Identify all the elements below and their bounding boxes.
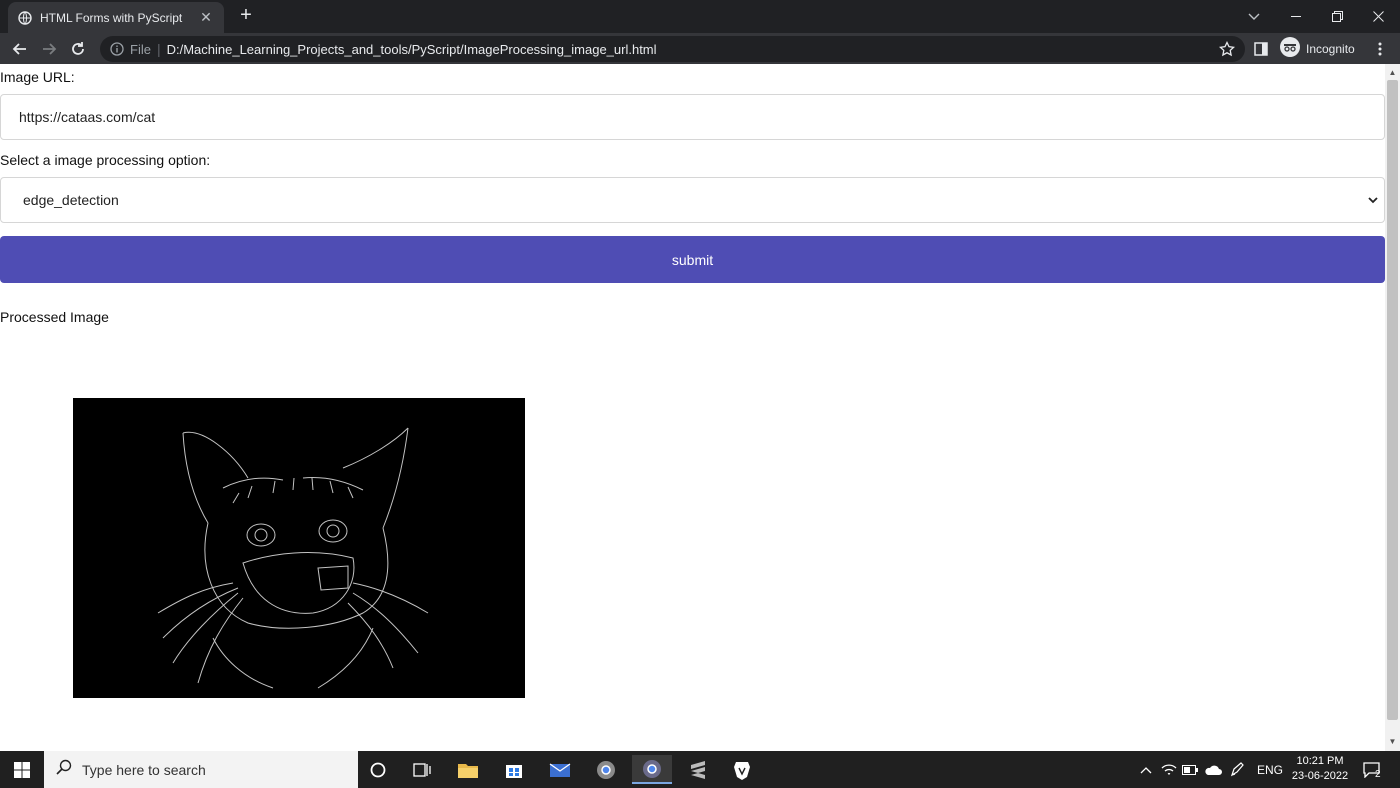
notification-count: 2 [1375,769,1381,780]
globe-icon [18,10,32,25]
chrome-icon[interactable] [586,755,626,784]
processing-option-select[interactable]: edge_detection [0,177,1385,223]
image-url-input[interactable]: https://cataas.com/cat [0,94,1385,140]
side-panel-icon[interactable] [1249,37,1273,61]
task-view-icon[interactable] [402,755,442,784]
language-indicator[interactable]: ENG [1257,751,1283,788]
bookmark-star-icon[interactable] [1219,41,1235,57]
cortana-icon[interactable] [358,755,398,784]
show-hidden-icons-chevron-icon[interactable] [1140,751,1152,788]
scroll-up-icon[interactable]: ▲ [1385,66,1400,80]
scroll-down-icon[interactable]: ▼ [1385,735,1400,749]
battery-icon[interactable] [1182,751,1198,788]
search-placeholder: Type here to search [82,761,206,778]
page-scrollbar[interactable]: ▲ ▼ [1385,64,1400,751]
file-explorer-icon[interactable] [448,755,488,784]
page-content: Image URL: https://cataas.com/cat Select… [0,64,1385,751]
close-tab-icon[interactable]: ✕ [198,9,214,26]
processed-image-label: Processed Image [0,309,109,325]
reload-icon[interactable] [66,37,90,61]
brave-icon[interactable] [722,755,762,784]
tab-search-icon[interactable] [1232,0,1276,33]
url-divider: | [156,41,161,57]
windows-start-icon[interactable] [0,751,44,788]
menu-kebab-icon[interactable] [1368,37,1392,61]
browser-tab[interactable]: HTML Forms with PyScript ✕ [8,2,224,33]
incognito-label: Incognito [1306,42,1355,56]
browser-tab-strip: HTML Forms with PyScript ✕ + [0,0,1400,33]
windows-taskbar: Type here to search ENG 10:21 PM 23-06-2… [0,751,1400,788]
clock-time: 10:21 PM [1296,755,1344,767]
chevron-down-icon [1368,193,1378,207]
chrome-incognito-icon[interactable] [632,755,672,784]
notification-center-icon[interactable]: 2 [1363,751,1381,788]
minimize-button[interactable] [1274,0,1318,33]
store-icon[interactable] [494,755,534,784]
pen-icon[interactable] [1229,751,1245,788]
url-text[interactable]: D:/Machine_Learning_Projects_and_tools/P… [167,42,1219,57]
onedrive-cloud-icon[interactable] [1204,751,1222,788]
url-scheme: File [130,41,151,57]
back-icon[interactable] [8,37,32,61]
browser-toolbar: File | D:/Machine_Learning_Projects_and_… [0,33,1400,64]
info-icon[interactable] [110,42,124,56]
processed-image [73,398,525,698]
incognito-icon [1280,36,1300,62]
wifi-icon[interactable] [1161,751,1177,788]
submit-button[interactable]: submit [0,236,1385,283]
new-tab-button[interactable]: + [236,5,256,25]
restore-button[interactable] [1315,0,1359,33]
mail-icon[interactable] [540,755,580,784]
scrollbar-thumb[interactable] [1387,80,1398,720]
close-window-button[interactable] [1356,0,1400,33]
incognito-indicator[interactable]: Incognito [1280,36,1355,62]
selected-option: edge_detection [23,192,119,208]
system-clock[interactable]: 10:21 PM 23-06-2022 [1285,754,1355,784]
clock-date: 23-06-2022 [1291,770,1349,782]
sublime-icon[interactable] [678,755,718,784]
search-icon [56,759,72,780]
processing-option-label: Select a image processing option: [0,152,211,168]
forward-icon[interactable] [37,37,61,61]
address-bar[interactable]: File | D:/Machine_Learning_Projects_and_… [100,36,1245,62]
image-url-label: Image URL: [0,69,75,85]
tab-title: HTML Forms with PyScript [40,10,183,25]
taskbar-search-box[interactable]: Type here to search [44,751,358,788]
